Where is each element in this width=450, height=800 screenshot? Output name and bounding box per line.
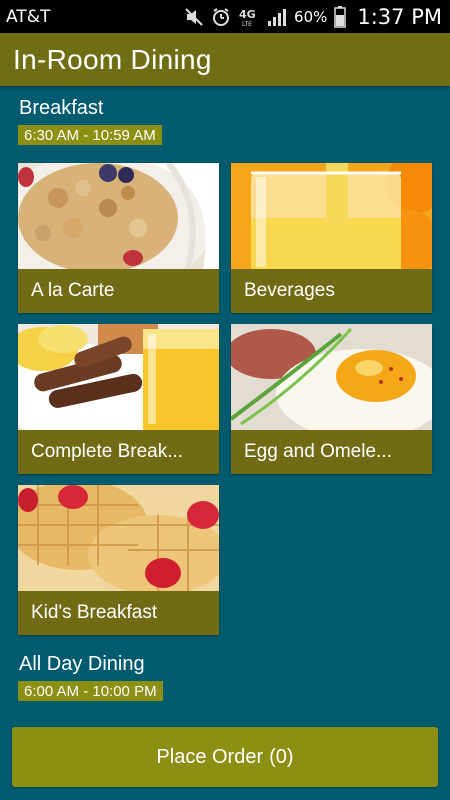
tile-a-la-carte[interactable]: A la Carte bbox=[18, 163, 219, 313]
carrier-label: AT&T bbox=[6, 6, 51, 27]
clock: 1:37 PM bbox=[357, 4, 442, 29]
4g-lte-icon: 4G LTE bbox=[238, 6, 260, 28]
status-bar: AT&T 4G LTE 60% 1:37 PM bbox=[0, 0, 450, 33]
place-order-label: Place Order bbox=[156, 745, 264, 768]
orange-juice-photo bbox=[231, 163, 432, 269]
mute-icon bbox=[184, 7, 204, 27]
battery-icon bbox=[334, 5, 347, 28]
hours-badge-breakfast: 6:30 AM - 10:59 AM bbox=[18, 125, 162, 145]
svg-text:LTE: LTE bbox=[242, 21, 252, 28]
tile-label: A la Carte bbox=[31, 280, 115, 301]
cereal-bowl-photo bbox=[18, 163, 219, 269]
place-order-button[interactable]: Place Order (0) bbox=[12, 727, 438, 787]
sausage-eggs-photo bbox=[18, 324, 219, 430]
tile-kids-breakfast[interactable]: Kid's Breakfast bbox=[18, 485, 219, 635]
tile-label: Beverages bbox=[244, 280, 335, 301]
alarm-icon bbox=[211, 7, 231, 27]
tile-label: Complete Break... bbox=[31, 441, 184, 462]
tile-beverages[interactable]: Beverages bbox=[231, 163, 432, 313]
battery-percent: 60% bbox=[294, 7, 328, 26]
hours-badge-all-day-dining: 6:00 AM - 10:00 PM bbox=[18, 681, 163, 701]
waffles-strawberries-photo bbox=[18, 485, 219, 591]
signal-icon bbox=[267, 7, 287, 27]
app-header: In-Room Dining bbox=[0, 33, 450, 86]
page-title: In-Room Dining bbox=[13, 43, 212, 75]
tile-egg-and-omelette[interactable]: Egg and Omele... bbox=[231, 324, 432, 474]
order-count: (0) bbox=[269, 745, 294, 768]
svg-text:4G: 4G bbox=[239, 8, 256, 21]
status-icons: 4G LTE 60% 1:37 PM bbox=[184, 5, 442, 29]
section-title-breakfast: Breakfast bbox=[19, 97, 104, 119]
section-title-all-day-dining: All Day Dining bbox=[19, 653, 145, 675]
tile-complete-breakfast[interactable]: Complete Break... bbox=[18, 324, 219, 474]
tile-label: Egg and Omele... bbox=[244, 441, 392, 462]
tile-label: Kid's Breakfast bbox=[31, 602, 158, 623]
fried-egg-photo bbox=[231, 324, 432, 430]
